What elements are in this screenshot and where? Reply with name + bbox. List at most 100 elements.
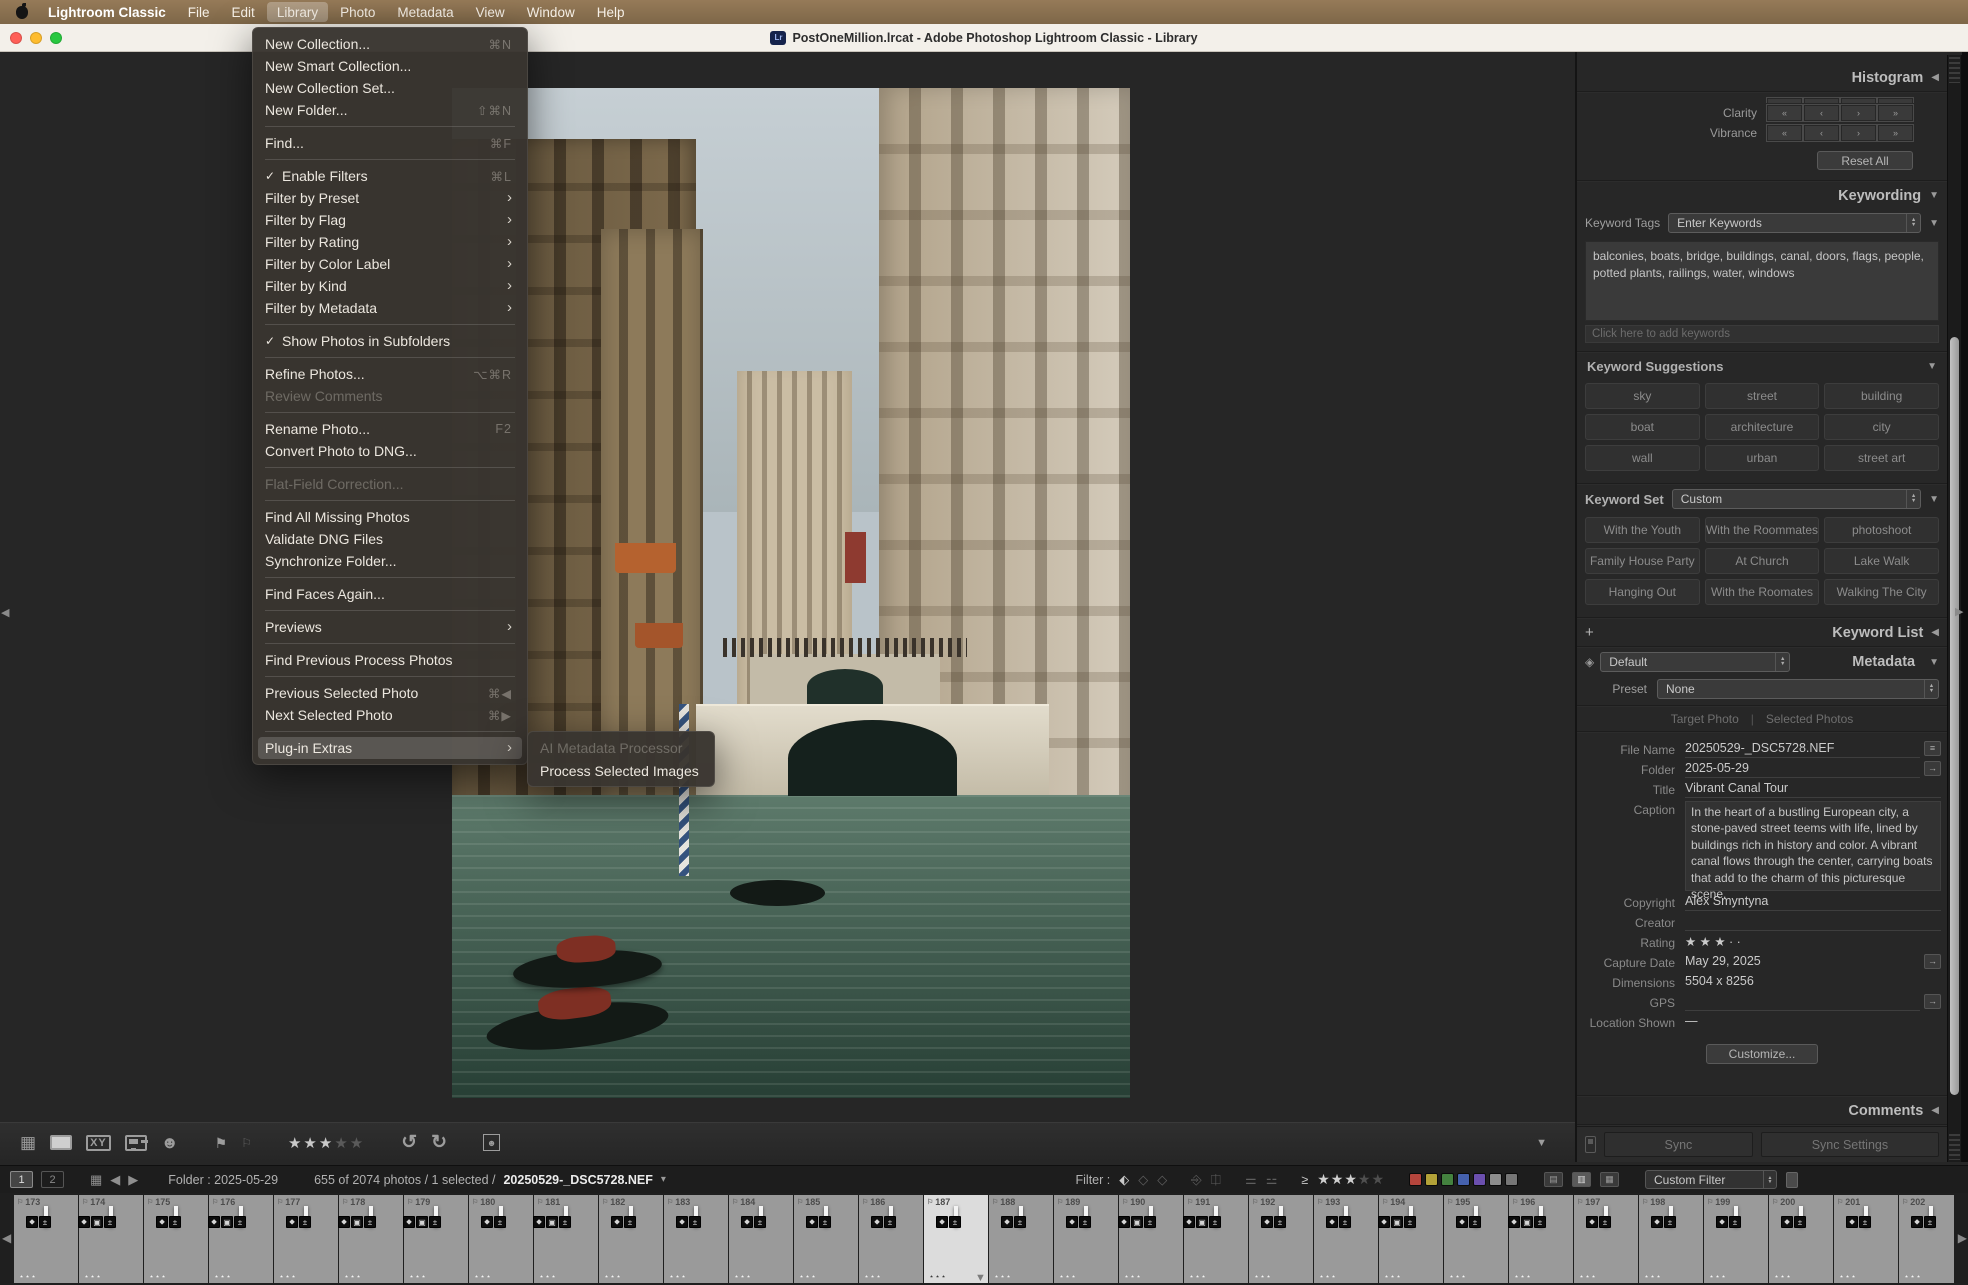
- color-label-chip[interactable]: [1473, 1173, 1486, 1186]
- keyword-tag-badge-icon[interactable]: ⬥: [1846, 1216, 1858, 1228]
- develop-adjustment-badge-icon[interactable]: ±: [1339, 1216, 1351, 1228]
- menu-item[interactable]: Review Comments: [258, 385, 522, 407]
- filmstrip-thumbnail-cell[interactable]: ⚐ 200 ⬥ ± ⋆⋆⋆: [1769, 1195, 1833, 1283]
- develop-adjustment-badge-icon[interactable]: ±: [1274, 1216, 1286, 1228]
- increase-button[interactable]: ›: [1841, 105, 1876, 121]
- thumbnail-rating-stars[interactable]: ⋆⋆⋆: [1184, 1272, 1207, 1281]
- menubar-app-name[interactable]: Lightroom Classic: [38, 5, 176, 20]
- toolbar-content-caret-icon[interactable]: ▼: [1536, 1137, 1547, 1149]
- develop-adjustment-badge-icon[interactable]: ±: [754, 1216, 766, 1228]
- filmstrip-thumbnail-cell[interactable]: ⚐ 173 ⬥ ± ⋆⋆⋆: [14, 1195, 78, 1283]
- menu-item[interactable]: ✓ Enable Filters ⌘L: [258, 165, 522, 187]
- keyword-tag-badge-icon[interactable]: ⬥: [1378, 1216, 1390, 1228]
- flag-reject-icon[interactable]: ⚐: [241, 1137, 252, 1149]
- thumbnail-rating-stars[interactable]: ⋆⋆⋆: [924, 1272, 947, 1281]
- stepper-icon[interactable]: [1775, 653, 1789, 671]
- decrease-button[interactable]: ‹: [1804, 105, 1839, 121]
- keyword-tag-badge-icon[interactable]: ⬥: [1261, 1216, 1273, 1228]
- add-keyword-icon[interactable]: +: [1585, 624, 1594, 641]
- color-label-chip[interactable]: [1505, 1173, 1518, 1186]
- crop-badge-icon[interactable]: ▣: [416, 1216, 428, 1228]
- thumbnail-rating-stars[interactable]: ⋆⋆⋆: [1639, 1272, 1662, 1281]
- keyword-tag-badge-icon[interactable]: ⬥: [1066, 1216, 1078, 1228]
- thumbnail-rating-stars[interactable]: ⋆⋆⋆: [1379, 1272, 1402, 1281]
- keyword-suggestion-button[interactable]: city: [1824, 414, 1939, 440]
- metadata-field-value[interactable]: 5504 x 8256: [1685, 974, 1941, 991]
- keyword-tag-badge-icon[interactable]: ⬥: [156, 1216, 168, 1228]
- thumbnail-rating-stars[interactable]: ⋆⋆⋆: [209, 1272, 232, 1281]
- submenu-item[interactable]: Process Selected Images: [533, 759, 709, 782]
- develop-adjustment-badge-icon[interactable]: ±: [1404, 1216, 1416, 1228]
- filmstrip-thumbnail-cell[interactable]: ⚐ 198 ⬥ ± ⋆⋆⋆: [1639, 1195, 1703, 1283]
- keyword-suggestions-header[interactable]: Keyword Suggestions ▼: [1577, 353, 1947, 379]
- keyword-tag-badge-icon[interactable]: ⬥: [208, 1216, 220, 1228]
- thumbnail-rating-stars[interactable]: ⋆⋆⋆: [14, 1272, 37, 1281]
- menu-item[interactable]: Filter by Rating ›: [258, 231, 522, 253]
- keyword-set-button[interactable]: With the Youth: [1585, 517, 1700, 543]
- menu-item[interactable]: Find... ⌘F: [258, 132, 522, 154]
- metadata-field-value[interactable]: ★ ★ ★ · ·: [1685, 934, 1941, 951]
- keyword-tag-badge-icon[interactable]: ⬥: [871, 1216, 883, 1228]
- submenu-item[interactable]: AI Metadata Processor: [533, 736, 709, 759]
- menu-item[interactable]: Find All Missing Photos: [258, 506, 522, 528]
- color-label-chip[interactable]: [1457, 1173, 1470, 1186]
- keyword-suggestion-button[interactable]: street: [1705, 383, 1820, 409]
- develop-adjustment-badge-icon[interactable]: ±: [1859, 1216, 1871, 1228]
- menu-item[interactable]: Plug-in Extras ›: [258, 737, 522, 759]
- scrollbar-top-grip[interactable]: [1949, 57, 1960, 83]
- menu-item[interactable]: New Folder... ⇧⌘N: [258, 99, 522, 121]
- collapse-down-icon[interactable]: ▼: [1927, 361, 1937, 372]
- keyword-tag-badge-icon[interactable]: ⬥: [1586, 1216, 1598, 1228]
- keyword-tag-badge-icon[interactable]: ⬥: [1716, 1216, 1728, 1228]
- reset-all-button[interactable]: Reset All: [1817, 151, 1913, 170]
- preset-dropdown[interactable]: None: [1657, 679, 1939, 699]
- impromptu-slideshow-icon[interactable]: ☻: [483, 1134, 500, 1151]
- filmstrip-thumbnail-cell[interactable]: ⚐ 201 ⬥ ± ⋆⋆⋆: [1834, 1195, 1898, 1283]
- develop-adjustment-badge-icon[interactable]: ±: [1599, 1216, 1611, 1228]
- keyword-tag-badge-icon[interactable]: ⬥: [1651, 1216, 1663, 1228]
- keyword-suggestion-button[interactable]: wall: [1585, 445, 1700, 471]
- develop-adjustment-badge-icon[interactable]: ±: [39, 1216, 51, 1228]
- menu-item[interactable]: Find Previous Process Photos: [258, 649, 522, 671]
- develop-adjustment-badge-icon[interactable]: ±: [104, 1216, 116, 1228]
- thumbnail-rating-stars[interactable]: ⋆⋆⋆: [534, 1272, 557, 1281]
- menu-item[interactable]: Refine Photos... ⌥⌘R: [258, 363, 522, 385]
- filmstrip-thumbnail-cell[interactable]: ⚐ 186 ⬥ ± ⋆⋆⋆: [859, 1195, 923, 1283]
- collapse-down-icon[interactable]: ▼: [1929, 657, 1939, 668]
- right-panel-collapse-arrow-icon[interactable]: ▶: [1955, 605, 1963, 618]
- develop-adjustment-badge-icon[interactable]: ±: [1534, 1216, 1546, 1228]
- main-window-button[interactable]: 1: [10, 1171, 33, 1188]
- filmstrip-thumbnail-cell[interactable]: ⚐ 185 ⬥ ± ⋆⋆⋆: [794, 1195, 858, 1283]
- menu-item[interactable]: Filter by Flag ›: [258, 209, 522, 231]
- decrease-button[interactable]: ‹: [1804, 125, 1839, 141]
- develop-adjustment-badge-icon[interactable]: ±: [1144, 1216, 1156, 1228]
- metadata-field-value[interactable]: Vibrant Canal Tour: [1685, 781, 1941, 798]
- thumbnail-rating-stars[interactable]: ⋆⋆⋆: [144, 1272, 167, 1281]
- menu-item[interactable]: Filter by Preset ›: [258, 187, 522, 209]
- menubar-item-window[interactable]: Window: [517, 2, 585, 22]
- decrease-large-button[interactable]: «: [1767, 125, 1802, 141]
- custom-filter-dropdown[interactable]: Custom Filter: [1645, 1170, 1777, 1189]
- loupe-view-icon[interactable]: [50, 1135, 72, 1150]
- filter-edit-status-icon[interactable]: ⎆: [1191, 1172, 1201, 1188]
- filmstrip-thumbnail-cell[interactable]: ⚐ 194 ⬥ ▣ ± ⋆⋆⋆: [1379, 1195, 1443, 1283]
- menu-item[interactable]: Convert Photo to DNG...: [258, 440, 522, 462]
- keyword-tag-badge-icon[interactable]: ⬥: [806, 1216, 818, 1228]
- folder-breadcrumb[interactable]: Folder : 2025-05-29: [168, 1173, 278, 1187]
- filter-lock-button[interactable]: [1786, 1172, 1798, 1188]
- develop-adjustment-badge-icon[interactable]: ±: [364, 1216, 376, 1228]
- filmstrip-thumbnail-cell[interactable]: ⚐ 180 ⬥ ± ⋆⋆⋆: [469, 1195, 533, 1283]
- filmstrip-thumbnail-cell[interactable]: ⚐ 197 ⬥ ± ⋆⋆⋆: [1574, 1195, 1638, 1283]
- develop-adjustment-badge-icon[interactable]: ±: [1924, 1216, 1936, 1228]
- metadata-field-value[interactable]: May 29, 2025: [1685, 954, 1920, 971]
- keyword-tag-badge-icon[interactable]: ⬥: [1508, 1216, 1520, 1228]
- go-forward-arrow-icon[interactable]: ▶: [128, 1172, 138, 1188]
- thumbnail-rating-stars[interactable]: ⋆⋆⋆: [1509, 1272, 1532, 1281]
- metadata-field-action-icon[interactable]: ≡: [1924, 741, 1941, 756]
- menubar-item-file[interactable]: File: [178, 2, 220, 22]
- keyword-tag-badge-icon[interactable]: ⬥: [741, 1216, 753, 1228]
- keyword-tag-badge-icon[interactable]: ⬥: [611, 1216, 623, 1228]
- menu-item[interactable]: Previews ›: [258, 616, 522, 638]
- thumbnail-rating-stars[interactable]: ⋆⋆⋆: [1899, 1272, 1922, 1281]
- collapse-down-icon[interactable]: ▼: [1929, 190, 1939, 201]
